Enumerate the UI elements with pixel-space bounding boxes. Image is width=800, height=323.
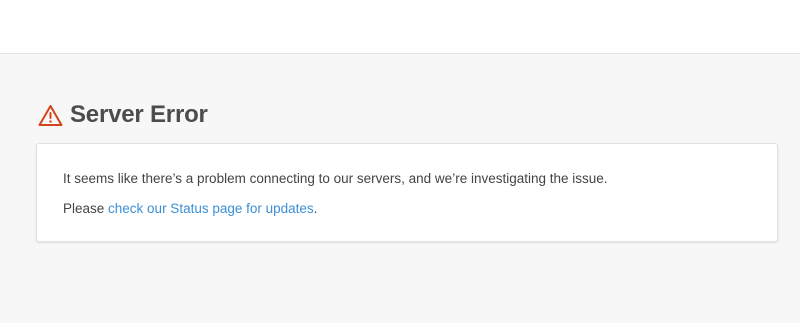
error-card: It seems like there’s a problem connecti… [36, 143, 778, 242]
page-title: Server Error [70, 101, 208, 128]
status-line: Please check our Status page for updates… [63, 200, 317, 218]
status-prefix: Please [63, 201, 109, 216]
top-bar [0, 0, 800, 54]
status-suffix: . [313, 201, 318, 216]
status-page-link[interactable]: check our Status page for updates [108, 201, 314, 216]
error-message: It seems like there’s a problem connecti… [63, 171, 608, 186]
error-heading: Server Error [38, 100, 208, 130]
warning-triangle-icon [38, 104, 63, 127]
